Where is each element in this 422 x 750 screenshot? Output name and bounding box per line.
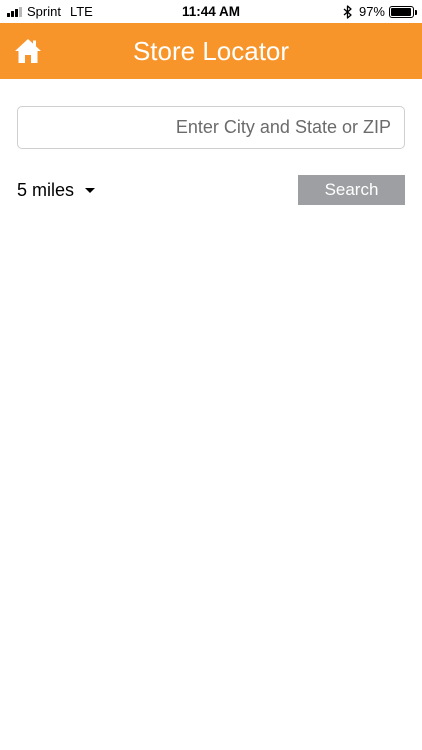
- status-bar-right: 97%: [343, 4, 417, 19]
- battery-icon: [389, 5, 417, 18]
- search-button[interactable]: Search: [298, 175, 405, 205]
- radius-dropdown[interactable]: 5 miles: [17, 178, 96, 202]
- location-search-input[interactable]: [17, 106, 405, 149]
- bluetooth-icon: [343, 4, 352, 19]
- navigation-bar: Store Locator: [0, 23, 422, 79]
- page-title: Store Locator: [132, 36, 290, 66]
- radius-selected-value: 5 miles: [17, 179, 75, 200]
- caret-down-icon: [85, 187, 96, 193]
- status-bar: Sprint LTE 11:44 AM 97%: [0, 0, 422, 24]
- battery-percent: 97%: [358, 4, 385, 19]
- battery-fill: [391, 7, 412, 16]
